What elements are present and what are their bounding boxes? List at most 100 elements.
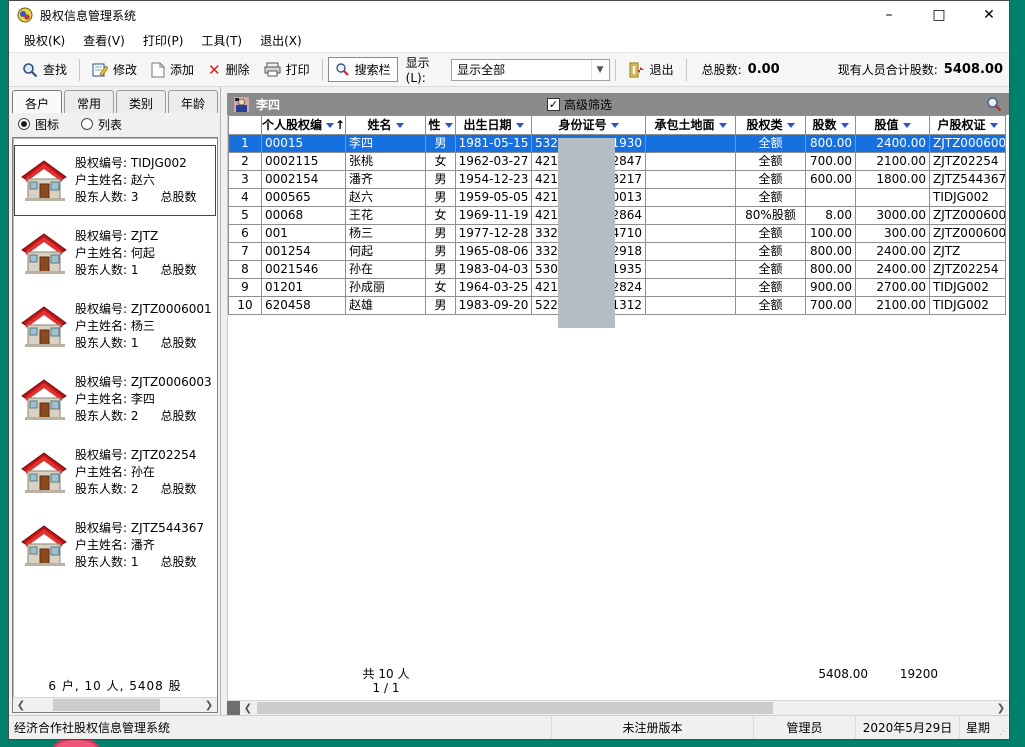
table-cell[interactable]: 男 [426,261,456,279]
table-cell[interactable]: 2400.00 [856,135,930,153]
table-cell[interactable]: 全额 [736,189,806,207]
column-header[interactable]: 姓名 [346,115,426,135]
table-row[interactable]: 10620458赵雄男1983-09-20522321312全额700.0021… [228,297,1009,315]
filter-dropdown-icon[interactable] [326,123,334,132]
table-cell[interactable]: 1954-12-23 [456,171,532,189]
table-cell[interactable]: 男 [426,171,456,189]
table-row[interactable]: 30002154潘齐男1954-12-23421123217全额600.0018… [228,171,1009,189]
filter-dropdown-icon[interactable] [990,123,998,132]
table-cell[interactable]: 6 [228,225,262,243]
scroll-right-icon[interactable]: ❯ [993,701,1009,715]
table-cell[interactable]: 张桃 [346,153,426,171]
table-cell[interactable]: 2 [228,153,262,171]
filter-dropdown-icon[interactable] [787,123,795,132]
tab-age[interactable]: 年龄 [168,90,218,113]
table-cell[interactable]: 女 [426,153,456,171]
table-cell[interactable]: 3000.00 [856,207,930,225]
table-cell[interactable]: ZJTZ0006003 [930,207,1006,225]
table-row[interactable]: 80021546孙在男1983-04-03530321935全额800.0024… [228,261,1009,279]
column-header[interactable]: 股权类 [736,115,806,135]
table-cell[interactable] [646,279,736,297]
table-cell[interactable]: TIDJG002 [930,297,1006,315]
table-cell[interactable]: 杨三 [346,225,426,243]
scrollbar-gripper[interactable] [227,701,240,715]
table-cell[interactable]: 700.00 [806,297,856,315]
table-cell[interactable]: 001254 [262,243,346,261]
table-row[interactable]: 20002115张桃女1962-03-27421122847全额700.0021… [228,153,1009,171]
magnifier-icon[interactable] [986,96,1002,112]
table-cell[interactable]: 1977-12-28 [456,225,532,243]
column-header[interactable]: 性 [426,115,456,135]
column-header[interactable]: 个人股权编↑ [262,115,346,135]
table-cell[interactable]: 1965-08-06 [456,243,532,261]
table-cell[interactable] [806,189,856,207]
table-cell[interactable]: 王花 [346,207,426,225]
scroll-thumb[interactable] [257,702,773,714]
table-cell[interactable]: 000565 [262,189,346,207]
delete-button[interactable]: ✕ 删除 [201,57,257,82]
table-row[interactable]: 500068王花女1969-11-1942112286480%股额8.00300… [228,207,1009,225]
table-cell[interactable]: 0002154 [262,171,346,189]
table-cell[interactable]: 全额 [736,261,806,279]
table-cell[interactable]: ZJTZ0006003 [930,135,1006,153]
column-header[interactable]: 身份证号 [532,115,646,135]
table-cell[interactable]: 1964-03-25 [456,279,532,297]
advanced-filter[interactable]: ✓ 高级筛选 [547,96,612,113]
table-cell[interactable]: 2100.00 [856,153,930,171]
table-cell[interactable]: 9 [228,279,262,297]
table-cell[interactable] [646,243,736,261]
maximize-button[interactable]: □ [929,7,949,23]
close-button[interactable]: ✕ [979,7,999,23]
table-cell[interactable]: 00015 [262,135,346,153]
add-button[interactable]: 添加 [144,57,201,82]
table-row[interactable]: 6001杨三男1977-12-28332604710全额100.00300.00… [228,225,1009,243]
table-cell[interactable]: 孙在 [346,261,426,279]
table-cell[interactable]: 900.00 [806,279,856,297]
table-cell[interactable]: 李四 [346,135,426,153]
household-item[interactable]: 股权编号: ZJTZ0006001 户主姓名: 杨三 股东人数: 1总股数 [13,290,217,363]
column-header[interactable]: 户股权证 [930,115,1006,135]
table-cell[interactable]: ZJTZ [930,243,1006,261]
table-cell[interactable]: 女 [426,279,456,297]
table-cell[interactable]: 700.00 [806,153,856,171]
household-item[interactable]: 股权编号: TIDJG002 户主姓名: 赵六 股东人数: 3总股数 [13,144,217,217]
table-cell[interactable]: ZJTZ544367 [930,171,1006,189]
table-cell[interactable]: 800.00 [806,261,856,279]
filter-dropdown-icon[interactable] [516,123,524,132]
table-cell[interactable]: 1800.00 [856,171,930,189]
table-cell[interactable]: 01201 [262,279,346,297]
column-header[interactable]: 股数 [806,115,856,135]
table-cell[interactable]: 全额 [736,153,806,171]
table-cell[interactable]: 孙成丽 [346,279,426,297]
find-button[interactable]: 查找 [15,57,74,82]
household-item[interactable]: 股权编号: ZJTZ 户主姓名: 何起 股东人数: 1总股数 [13,217,217,290]
table-cell[interactable]: 2100.00 [856,297,930,315]
table-cell[interactable]: 全额 [736,225,806,243]
table-cell[interactable]: 1969-11-19 [456,207,532,225]
table-cell[interactable]: 10 [228,297,262,315]
table-cell[interactable]: 600.00 [806,171,856,189]
table-cell[interactable]: 0002115 [262,153,346,171]
scroll-right-icon[interactable]: ❯ [201,698,217,712]
table-cell[interactable]: 5 [228,207,262,225]
icon-view-radio[interactable]: 图标 [18,116,59,133]
table-cell[interactable] [646,225,736,243]
table-cell[interactable]: 1983-04-03 [456,261,532,279]
menu-tools[interactable]: 工具(T) [192,29,251,52]
resize-grip[interactable]: ⋰ [997,716,1009,739]
table-cell[interactable]: 男 [426,225,456,243]
table-cell[interactable]: 3 [228,171,262,189]
table-cell[interactable]: TIDJG002 [930,189,1006,207]
filter-dropdown-icon[interactable] [903,123,911,132]
table-cell[interactable]: 2700.00 [856,279,930,297]
table-cell[interactable]: 2400.00 [856,243,930,261]
table-cell[interactable]: 全额 [736,135,806,153]
table-cell[interactable]: 女 [426,207,456,225]
column-header[interactable]: 股值 [856,115,930,135]
table-cell[interactable]: 潘齐 [346,171,426,189]
table-cell[interactable] [646,207,736,225]
table-cell[interactable]: 4 [228,189,262,207]
household-item[interactable]: 股权编号: ZJTZ0006003 户主姓名: 李四 股东人数: 2总股数 [13,363,217,436]
filter-dropdown-icon[interactable] [396,123,404,132]
table-cell[interactable]: 001 [262,225,346,243]
